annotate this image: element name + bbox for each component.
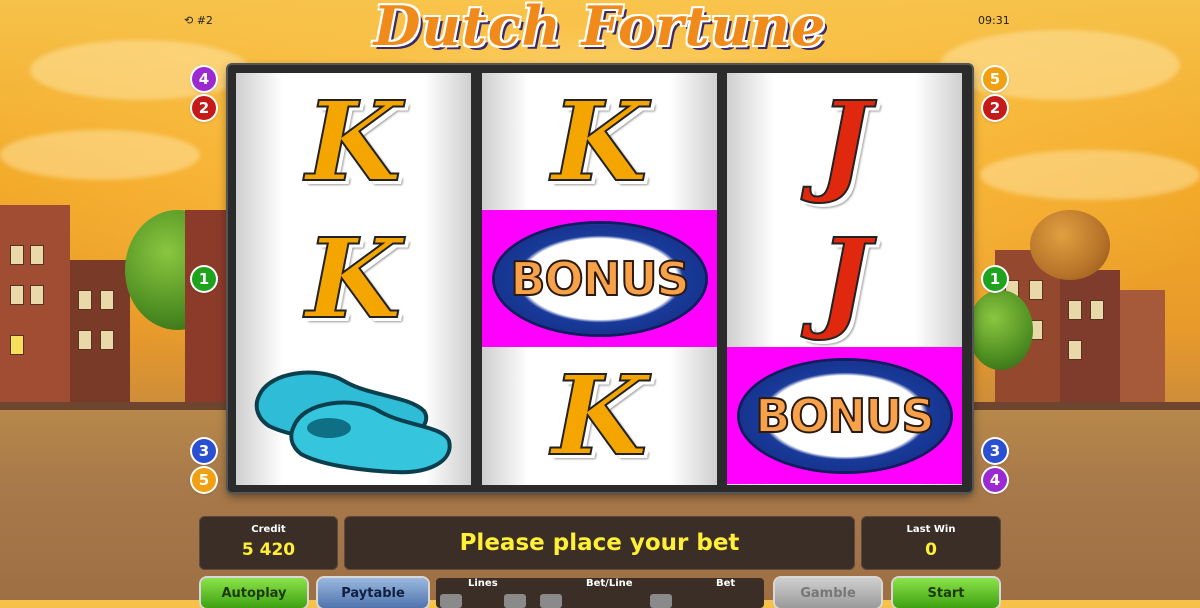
bet-controls: Lines Bet/Line Bet: [436, 578, 764, 608]
reel-1-cell-2: K: [236, 210, 471, 347]
clogs-symbol: [254, 370, 452, 474]
message-panel: Please place your bet: [344, 516, 855, 570]
reel-3: J J BONUS: [727, 73, 962, 485]
reel-3-cell-3: BONUS: [727, 347, 962, 484]
last-win-value: 0: [925, 540, 937, 560]
credit-label: Credit: [251, 524, 286, 535]
tree: [1030, 210, 1110, 280]
reel-1-cell-1: K: [236, 73, 471, 210]
gamble-button[interactable]: Gamble: [775, 578, 881, 608]
k-symbol: K: [305, 213, 403, 343]
reel-2-cell-3: K: [482, 347, 717, 484]
j-symbol: J: [817, 76, 871, 206]
bet-per-line-label: Bet/Line: [586, 578, 633, 589]
payline-badge-left: 4: [192, 67, 216, 91]
reel-3-cell-1: J: [727, 73, 962, 210]
payline-badge-left: 2: [192, 96, 216, 120]
k-symbol: K: [551, 350, 649, 480]
reel-2: K BONUS K: [482, 73, 717, 485]
clock: 09:31: [978, 14, 1010, 27]
bonus-symbol: BONUS: [739, 360, 950, 471]
bet-line-decrease-button[interactable]: [540, 594, 562, 608]
game-title: Dutch Fortune: [373, 0, 827, 58]
k-symbol: K: [551, 76, 649, 206]
payline-badge-right: 2: [983, 96, 1007, 120]
k-symbol: K: [305, 76, 403, 206]
reel-2-cell-1: K: [482, 73, 717, 210]
lines-increase-button[interactable]: [504, 594, 526, 608]
last-win-label: Last Win: [906, 524, 956, 535]
reel-1: K K: [236, 73, 471, 485]
payline-badge-right: 4: [983, 468, 1007, 492]
canal-house: [185, 210, 230, 410]
bonus-text: BONUS: [754, 388, 935, 444]
replay-indicator[interactable]: ⟲ #2: [184, 14, 213, 27]
start-button[interactable]: Start: [893, 578, 999, 608]
status-message: Please place your bet: [459, 530, 740, 556]
lines-decrease-button[interactable]: [440, 594, 462, 608]
reel-3-cell-2: J: [727, 210, 962, 347]
replay-icon: ⟲: [184, 14, 194, 27]
bonus-text: BONUS: [509, 251, 690, 307]
credit-value: 5 420: [241, 540, 296, 560]
credit-panel: Credit 5 420: [199, 516, 338, 570]
payline-badge-left: 3: [192, 439, 216, 463]
payline-badge-right: 5: [983, 67, 1007, 91]
reel-2-cell-2: BONUS: [482, 210, 717, 347]
bonus-symbol: BONUS: [494, 223, 705, 334]
reel-1-cell-3: [236, 347, 471, 484]
canal-house: [0, 205, 70, 410]
payline-badge-left: 1: [192, 267, 216, 291]
j-symbol: J: [817, 213, 871, 343]
canal-house: [1120, 290, 1165, 410]
paytable-button[interactable]: Paytable: [318, 578, 428, 608]
bet-line-increase-button[interactable]: [650, 594, 672, 608]
autoplay-button[interactable]: Autoplay: [201, 578, 307, 608]
tree: [968, 290, 1033, 370]
canal-house: [1060, 270, 1120, 410]
cloud: [0, 130, 200, 180]
payline-badge-right: 1: [983, 267, 1007, 291]
replay-label: #2: [196, 14, 213, 27]
payline-badge-right: 3: [983, 439, 1007, 463]
lines-label: Lines: [468, 578, 498, 589]
payline-badge-left: 5: [192, 468, 216, 492]
reels-frame: K K K BONUS K J J BONUS: [228, 65, 972, 492]
last-win-panel: Last Win 0: [861, 516, 1001, 570]
cloud: [980, 150, 1200, 200]
bet-label: Bet: [716, 578, 736, 589]
canal-house: [70, 260, 130, 410]
